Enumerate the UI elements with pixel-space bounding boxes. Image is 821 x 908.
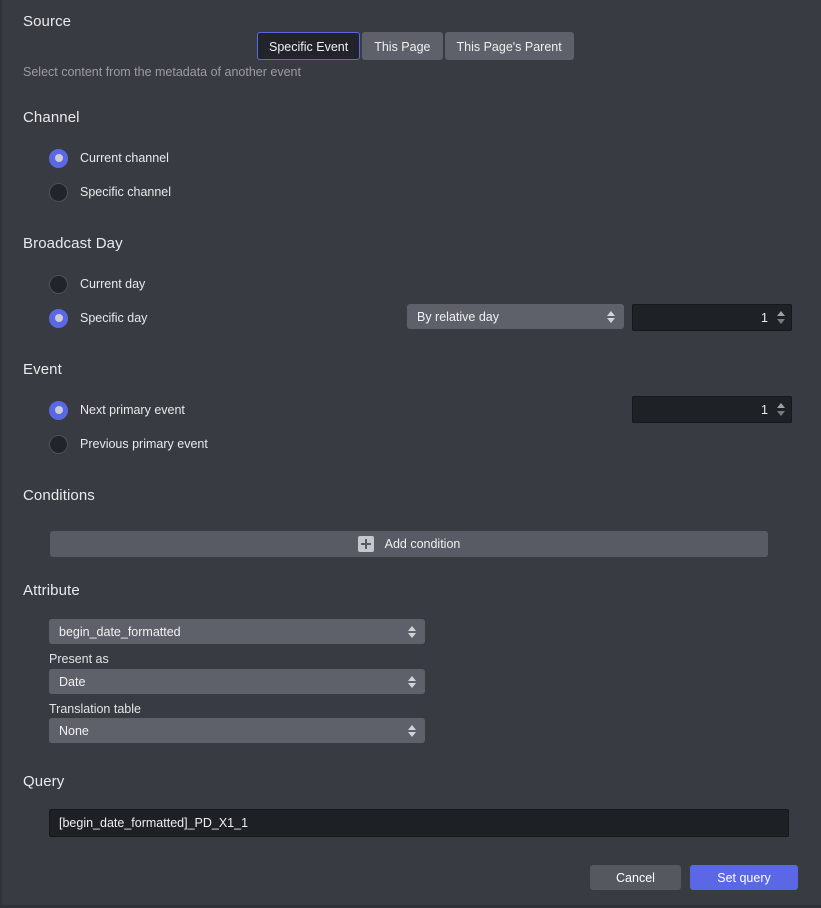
cancel-button[interactable]: Cancel [590, 865, 681, 890]
radio-specific-day-indicator[interactable] [49, 309, 68, 328]
event-count-value: 1 [633, 403, 774, 417]
radio-specific-channel[interactable]: Specific channel [49, 182, 171, 202]
spinner-down-icon[interactable] [777, 319, 785, 324]
spinner-down-icon[interactable] [777, 411, 785, 416]
section-title-channel: Channel [23, 109, 80, 126]
section-title-attribute: Attribute [23, 582, 80, 599]
broadcast-day-offset-value: 1 [633, 311, 774, 325]
broadcast-day-offset-stepper[interactable]: 1 [632, 304, 792, 331]
spinner-up-icon[interactable] [777, 403, 785, 408]
source-tab-group: Specific Event This Page This Page's Par… [257, 32, 574, 60]
radio-next-primary-event-indicator[interactable] [49, 401, 68, 420]
query-builder-dialog: Source Specific Event This Page This Pag… [0, 0, 821, 908]
section-title-event: Event [23, 361, 62, 378]
radio-specific-channel-indicator[interactable] [49, 183, 68, 202]
tab-specific-event[interactable]: Specific Event [257, 32, 360, 60]
attribute-name-value: begin_date_formatted [59, 625, 403, 639]
radio-previous-primary-event[interactable]: Previous primary event [49, 434, 208, 454]
chevron-updown-icon [403, 676, 421, 688]
event-count-stepper[interactable]: 1 [632, 396, 792, 423]
chevron-updown-icon [403, 626, 421, 638]
radio-previous-primary-event-label: Previous primary event [80, 437, 208, 451]
tab-this-pages-parent[interactable]: This Page's Parent [445, 32, 574, 60]
query-input[interactable]: [begin_date_formatted]_PD_X1_1 [49, 809, 789, 837]
radio-next-primary-event-label: Next primary event [80, 403, 185, 417]
section-title-source: Source [23, 13, 71, 30]
translation-table-select[interactable]: None [49, 718, 425, 743]
radio-current-day-indicator[interactable] [49, 275, 68, 294]
radio-current-day-label: Current day [80, 277, 145, 291]
present-as-select[interactable]: Date [49, 669, 425, 694]
radio-next-primary-event[interactable]: Next primary event [49, 400, 185, 420]
plus-icon [358, 536, 374, 552]
radio-current-channel-indicator[interactable] [49, 149, 68, 168]
set-query-button[interactable]: Set query [690, 865, 798, 890]
broadcast-day-mode-value: By relative day [417, 310, 602, 324]
spinner-up-icon[interactable] [777, 311, 785, 316]
radio-specific-day[interactable]: Specific day [49, 308, 147, 328]
present-as-label: Present as [49, 652, 109, 666]
section-title-broadcast-day: Broadcast Day [23, 235, 123, 252]
add-condition-button[interactable]: Add condition [50, 531, 768, 557]
radio-current-channel-label: Current channel [80, 151, 169, 165]
translation-table-label: Translation table [49, 702, 141, 716]
chevron-updown-icon [602, 311, 620, 323]
section-title-query: Query [23, 773, 64, 790]
radio-previous-primary-event-indicator[interactable] [49, 435, 68, 454]
radio-specific-channel-label: Specific channel [80, 185, 171, 199]
chevron-updown-icon [403, 725, 421, 737]
source-description: Select content from the metadata of anot… [23, 65, 301, 79]
radio-current-channel[interactable]: Current channel [49, 148, 169, 168]
section-title-conditions: Conditions [23, 487, 95, 504]
radio-current-day[interactable]: Current day [49, 274, 145, 294]
broadcast-day-mode-select[interactable]: By relative day [407, 304, 624, 329]
spinner-arrows-icon[interactable] [774, 311, 788, 324]
translation-table-value: None [59, 724, 403, 738]
add-condition-label: Add condition [385, 537, 461, 551]
present-as-value: Date [59, 675, 403, 689]
radio-specific-day-label: Specific day [80, 311, 147, 325]
spinner-arrows-icon[interactable] [774, 403, 788, 416]
tab-this-page[interactable]: This Page [362, 32, 442, 60]
attribute-name-select[interactable]: begin_date_formatted [49, 619, 425, 644]
